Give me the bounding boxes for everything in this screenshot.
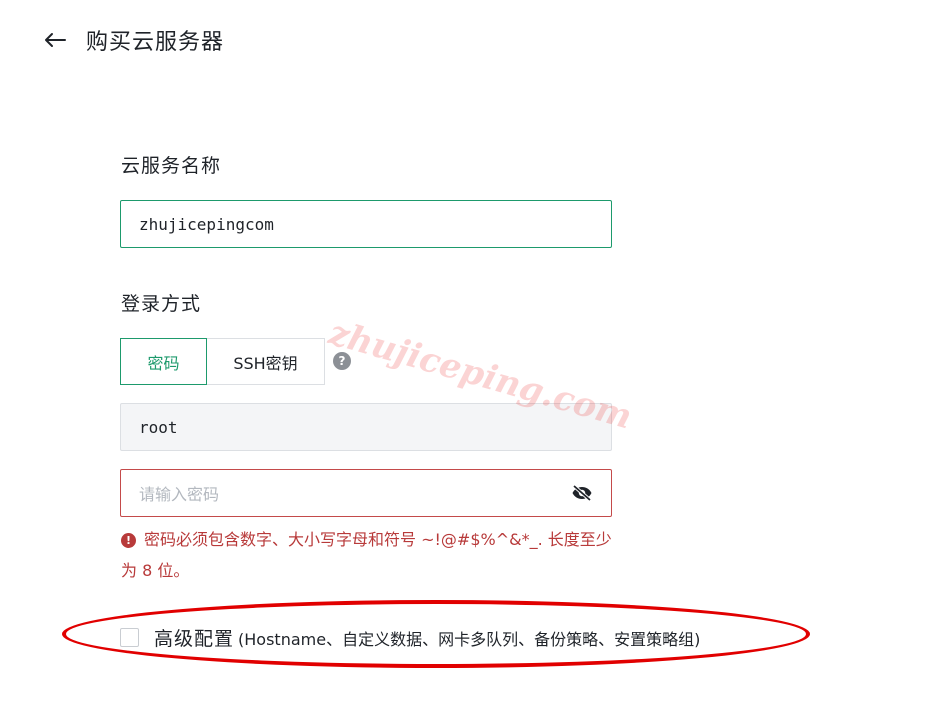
arrow-left-icon [45, 33, 66, 47]
toggle-password-visibility-button[interactable] [571, 484, 593, 502]
eye-off-icon [572, 484, 592, 502]
password-placeholder: 请输入密码 [139, 485, 220, 504]
page-title: 购买云服务器 [86, 30, 225, 55]
page-header: 购买云服务器 [42, 22, 224, 58]
advanced-config-subtext: (Hostname、自定义数据、网卡多队列、备份策略、安置策略组) [238, 629, 701, 649]
password-error-message: ! 密码必须包含数字、大小写字母和符号 ~!@#$%^&*_. 长度至少为 8 位… [121, 524, 613, 586]
username-value: root [139, 417, 178, 437]
back-button[interactable] [42, 27, 68, 53]
server-name-value: zhujicepingcom [139, 214, 274, 234]
advanced-config-row: 高级配置 (Hostname、自定义数据、网卡多队列、备份策略、安置策略组) [120, 624, 700, 651]
username-field: root [120, 403, 612, 451]
login-option-password[interactable]: 密码 [120, 338, 207, 385]
login-option-ssh-key[interactable]: SSH密钥 [207, 338, 325, 385]
login-method-label: 登录方式 [121, 293, 202, 315]
password-error-text: 密码必须包含数字、大小写字母和符号 ~!@#$%^&*_. 长度至少为 8 位。 [121, 530, 612, 580]
server-name-label: 云服务名称 [121, 155, 222, 177]
exclamation-circle-icon: ! [121, 533, 136, 548]
advanced-config-label[interactable]: 高级配置 [154, 624, 234, 651]
server-name-input[interactable]: zhujicepingcom [120, 200, 612, 248]
advanced-config-checkbox[interactable] [120, 628, 139, 647]
login-method-selector: 密码 SSH密钥 [120, 338, 325, 385]
password-input[interactable]: 请输入密码 [120, 469, 612, 517]
question-circle-icon[interactable]: ? [333, 352, 351, 370]
